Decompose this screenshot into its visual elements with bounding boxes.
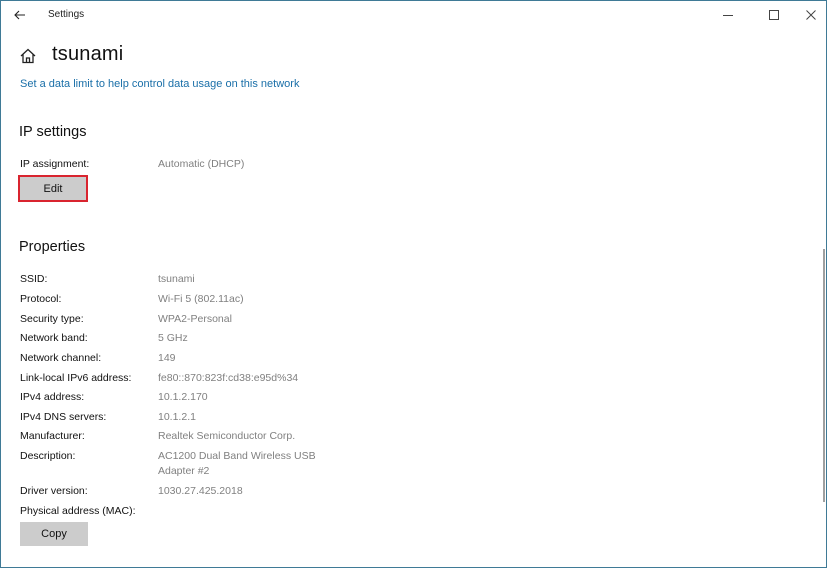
maximize-button[interactable] [751, 1, 797, 29]
scrollbar-thumb[interactable] [823, 249, 825, 502]
property-label-description: Description: [20, 450, 76, 462]
property-value-description: AC1200 Dual Band Wireless USB Adapter #2 [158, 450, 316, 477]
title-bar: Settings [1, 1, 826, 31]
minimize-button[interactable] [705, 1, 751, 29]
property-label-security-type: Security type: [20, 313, 84, 325]
property-value-ipv6: fe80::870:823f:cd38:e95d%34 [158, 372, 299, 384]
property-value-ipv4: 10.1.2.170 [158, 391, 208, 403]
property-value-network-channel: 149 [158, 352, 176, 364]
property-value-driver-version: 1030.27.425.2018 [158, 485, 243, 497]
property-label-driver-version: Driver version: [20, 485, 88, 497]
ip-assignment-label: IP assignment: [20, 158, 90, 170]
maximize-icon [769, 10, 779, 20]
home-icon[interactable] [19, 47, 37, 65]
settings-window: Settings tsunami Set a data limit to hel… [0, 0, 827, 568]
minimize-icon [723, 14, 733, 16]
ip-assignment-value: Automatic (DHCP) [158, 158, 245, 170]
close-icon [806, 10, 816, 20]
back-button[interactable] [8, 4, 32, 26]
property-label-ipv4: IPv4 address: [20, 391, 85, 403]
page-header: tsunami [19, 43, 123, 66]
page-title: tsunami [52, 43, 124, 65]
property-value-security-type: WPA2-Personal [158, 313, 232, 325]
properties-heading: Properties [19, 239, 86, 255]
property-value-network-band: 5 GHz [158, 332, 188, 344]
property-label-ssid: SSID: [20, 273, 48, 285]
property-value-dns: 10.1.2.1 [158, 411, 196, 423]
property-label-ipv6: Link-local IPv6 address: [20, 372, 132, 384]
arrow-left-icon [14, 10, 25, 20]
ip-settings-heading: IP settings [19, 124, 87, 140]
edit-ip-button[interactable]: Edit [18, 175, 88, 202]
property-label-manufacturer: Manufacturer: [20, 430, 85, 442]
close-button[interactable] [797, 1, 825, 29]
property-label-network-channel: Network channel: [20, 352, 102, 364]
set-data-limit-link[interactable]: Set a data limit to help control data us… [20, 78, 299, 90]
app-title: Settings [48, 9, 85, 20]
property-value-manufacturer: Realtek Semiconductor Corp. [158, 430, 296, 442]
property-label-protocol: Protocol: [20, 293, 62, 305]
copy-button[interactable]: Copy [20, 522, 88, 546]
property-label-network-band: Network band: [20, 332, 88, 344]
property-label-dns: IPv4 DNS servers: [20, 411, 107, 423]
property-label-mac: Physical address (MAC): [20, 505, 136, 517]
property-value-protocol: Wi-Fi 5 (802.11ac) [158, 293, 244, 305]
property-value-ssid: tsunami [158, 273, 195, 285]
